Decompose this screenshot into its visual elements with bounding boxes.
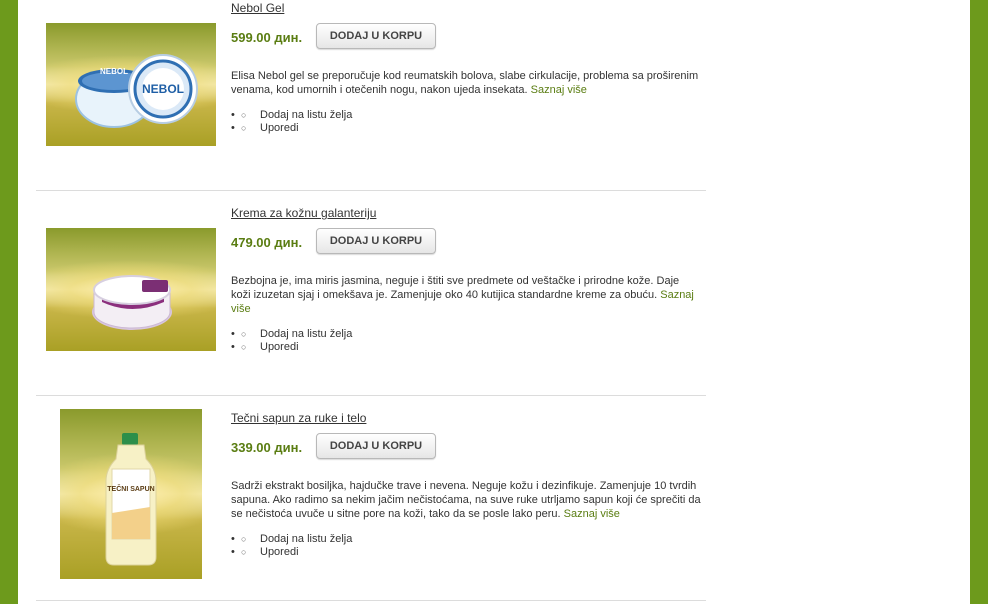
wishlist-item[interactable]: • ○ Dodaj na listu želja [231,328,352,341]
product-title-link[interactable]: Nebol Gel [231,1,284,15]
circle-bullet-icon: ○ [241,547,247,557]
svg-text:NEBOL: NEBOL [100,67,128,76]
add-to-cart-button[interactable]: DODAJ U KORPU [316,228,436,254]
product-title-link[interactable]: Krema za kožnu galanteriju [231,206,376,220]
circle-bullet-icon: ○ [241,534,247,544]
product-description: Elisa Nebol gel se preporučuje kod reuma… [231,69,701,97]
add-to-cart-button[interactable]: DODAJ U KORPU [316,433,436,459]
wishlist-item[interactable]: • ○ Dodaj na listu želja [231,533,352,546]
add-to-cart-button[interactable]: DODAJ U KORPU [316,23,436,49]
circle-bullet-icon: ○ [241,110,247,120]
soap-bottle-illustration: TEČNI SAPUN [105,433,157,566]
product-actions: • ○ Dodaj na listu želja • ○ Uporedi [231,533,352,559]
compare-link[interactable]: Uporedi [260,122,299,135]
nebol-jar-illustration: NEBOL NEBOL [75,54,198,128]
product-price: 339.00 дин. [231,440,303,455]
product-actions: • ○ Dodaj na listu želja • ○ Uporedi [231,109,352,135]
compare-link[interactable]: Uporedi [260,546,299,559]
product-description: Sadrži ekstrakt bosiljka, hajdučke trave… [231,479,701,521]
bullet-icon: • [231,533,235,545]
bullet-icon: • [231,546,235,558]
svg-text:NEBOL: NEBOL [142,82,184,96]
divider [36,395,706,396]
divider [36,600,706,601]
product-price: 479.00 дин. [231,235,303,250]
description-text: Sadrži ekstrakt bosiljka, hajdučke trave… [231,480,701,520]
circle-bullet-icon: ○ [241,329,247,339]
product-price: 599.00 дин. [231,30,303,45]
svg-text:TEČNI SAPUN: TEČNI SAPUN [107,484,154,493]
compare-link[interactable]: Uporedi [260,341,299,354]
divider [36,190,706,191]
bullet-icon: • [231,109,235,121]
bullet-icon: • [231,122,235,134]
compare-item[interactable]: • ○ Uporedi [231,122,352,135]
add-to-wishlist-link[interactable]: Dodaj na listu želja [260,328,352,341]
compare-item[interactable]: • ○ Uporedi [231,341,352,354]
bullet-icon: • [231,328,235,340]
product-description: Bezbojna je, ima miris jasmina, neguje i… [231,274,701,316]
description-text: Elisa Nebol gel se preporučuje kod reuma… [231,70,699,96]
read-more-link[interactable]: Saznaj više [564,508,620,520]
read-more-link[interactable]: Saznaj više [531,84,587,96]
cream-jar-illustration [92,275,172,330]
circle-bullet-icon: ○ [241,342,247,352]
add-to-wishlist-link[interactable]: Dodaj na listu želja [260,109,352,122]
description-text: Bezbojna je, ima miris jasmina, neguje i… [231,275,680,301]
product-image[interactable]: NEBOL NEBOL [46,23,216,146]
add-to-wishlist-link[interactable]: Dodaj na listu želja [260,533,352,546]
product-actions: • ○ Dodaj na listu želja • ○ Uporedi [231,328,352,354]
bullet-icon: • [231,341,235,353]
content-area: NEBOL NEBOL Nebol Gel 599.00 дин. DODAJ … [18,0,970,604]
wishlist-item[interactable]: • ○ Dodaj na listu želja [231,109,352,122]
compare-item[interactable]: • ○ Uporedi [231,546,352,559]
circle-bullet-icon: ○ [241,123,247,133]
product-image[interactable]: TEČNI SAPUN [60,409,202,579]
product-title-link[interactable]: Tečni sapun za ruke i telo [231,411,366,425]
product-image[interactable] [46,228,216,351]
